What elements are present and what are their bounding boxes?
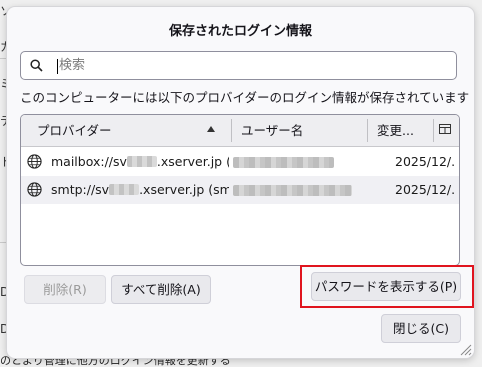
provider-cell: mailbox://sv .xserver.jp (... — [51, 148, 229, 176]
column-separator — [433, 119, 434, 142]
highlight-box — [300, 265, 474, 308]
column-separator — [231, 119, 232, 142]
logins-table: プロバイダー ユーザー名 変更... mailbox://sv .xserver.… — [20, 114, 460, 266]
column-header-provider[interactable]: プロバイダー — [37, 115, 112, 146]
resize-grip-icon[interactable] — [458, 342, 472, 356]
delete-all-button[interactable]: すべて削除(A) — [111, 275, 211, 304]
delete-button[interactable]: 削除(R) — [24, 275, 106, 304]
table-header: プロバイダー ユーザー名 変更... — [21, 115, 459, 147]
search-input[interactable] — [59, 55, 439, 76]
provider-suffix: .xserver.jp (... — [156, 154, 229, 169]
saved-logins-dialog: 保存されたログイン情報 このコンピューターには以下のプロバイダーのログイン情報が… — [7, 7, 474, 358]
provider-prefix: mailbox://sv — [51, 154, 127, 169]
provider-suffix: .xserver.jp (sm... — [139, 182, 229, 197]
column-header-username[interactable]: ユーザー名 — [241, 115, 303, 146]
redacted-username — [233, 185, 352, 196]
globe-icon — [27, 182, 42, 197]
dialog-title: 保存されたログイン情報 — [168, 24, 312, 39]
provider-prefix: smtp://sv — [51, 182, 110, 197]
redacted-username — [233, 157, 334, 168]
redacted-text — [126, 156, 157, 167]
search-icon — [30, 59, 43, 72]
table-row[interactable]: smtp://sv .xserver.jp (sm... 2025/12/... — [21, 176, 459, 204]
globe-icon — [27, 154, 42, 169]
changed-cell: 2025/12/... — [395, 182, 455, 197]
table-row[interactable]: mailbox://sv .xserver.jp (... 2025/12/... — [21, 148, 459, 176]
close-button[interactable]: 閉じる(C) — [381, 314, 461, 343]
redacted-text — [109, 184, 140, 195]
changed-cell: 2025/12/... — [395, 154, 455, 169]
column-separator — [367, 119, 368, 142]
column-picker-icon[interactable] — [439, 124, 451, 136]
column-header-changed[interactable]: 変更... — [377, 115, 414, 146]
description-text: このコンピューターには以下のプロバイダーのログイン情報が保存されています — [20, 90, 470, 105]
provider-cell: smtp://sv .xserver.jp (sm... — [51, 176, 229, 204]
sort-ascending-icon — [207, 126, 215, 132]
search-box[interactable] — [20, 51, 457, 80]
text-caret — [57, 59, 58, 74]
